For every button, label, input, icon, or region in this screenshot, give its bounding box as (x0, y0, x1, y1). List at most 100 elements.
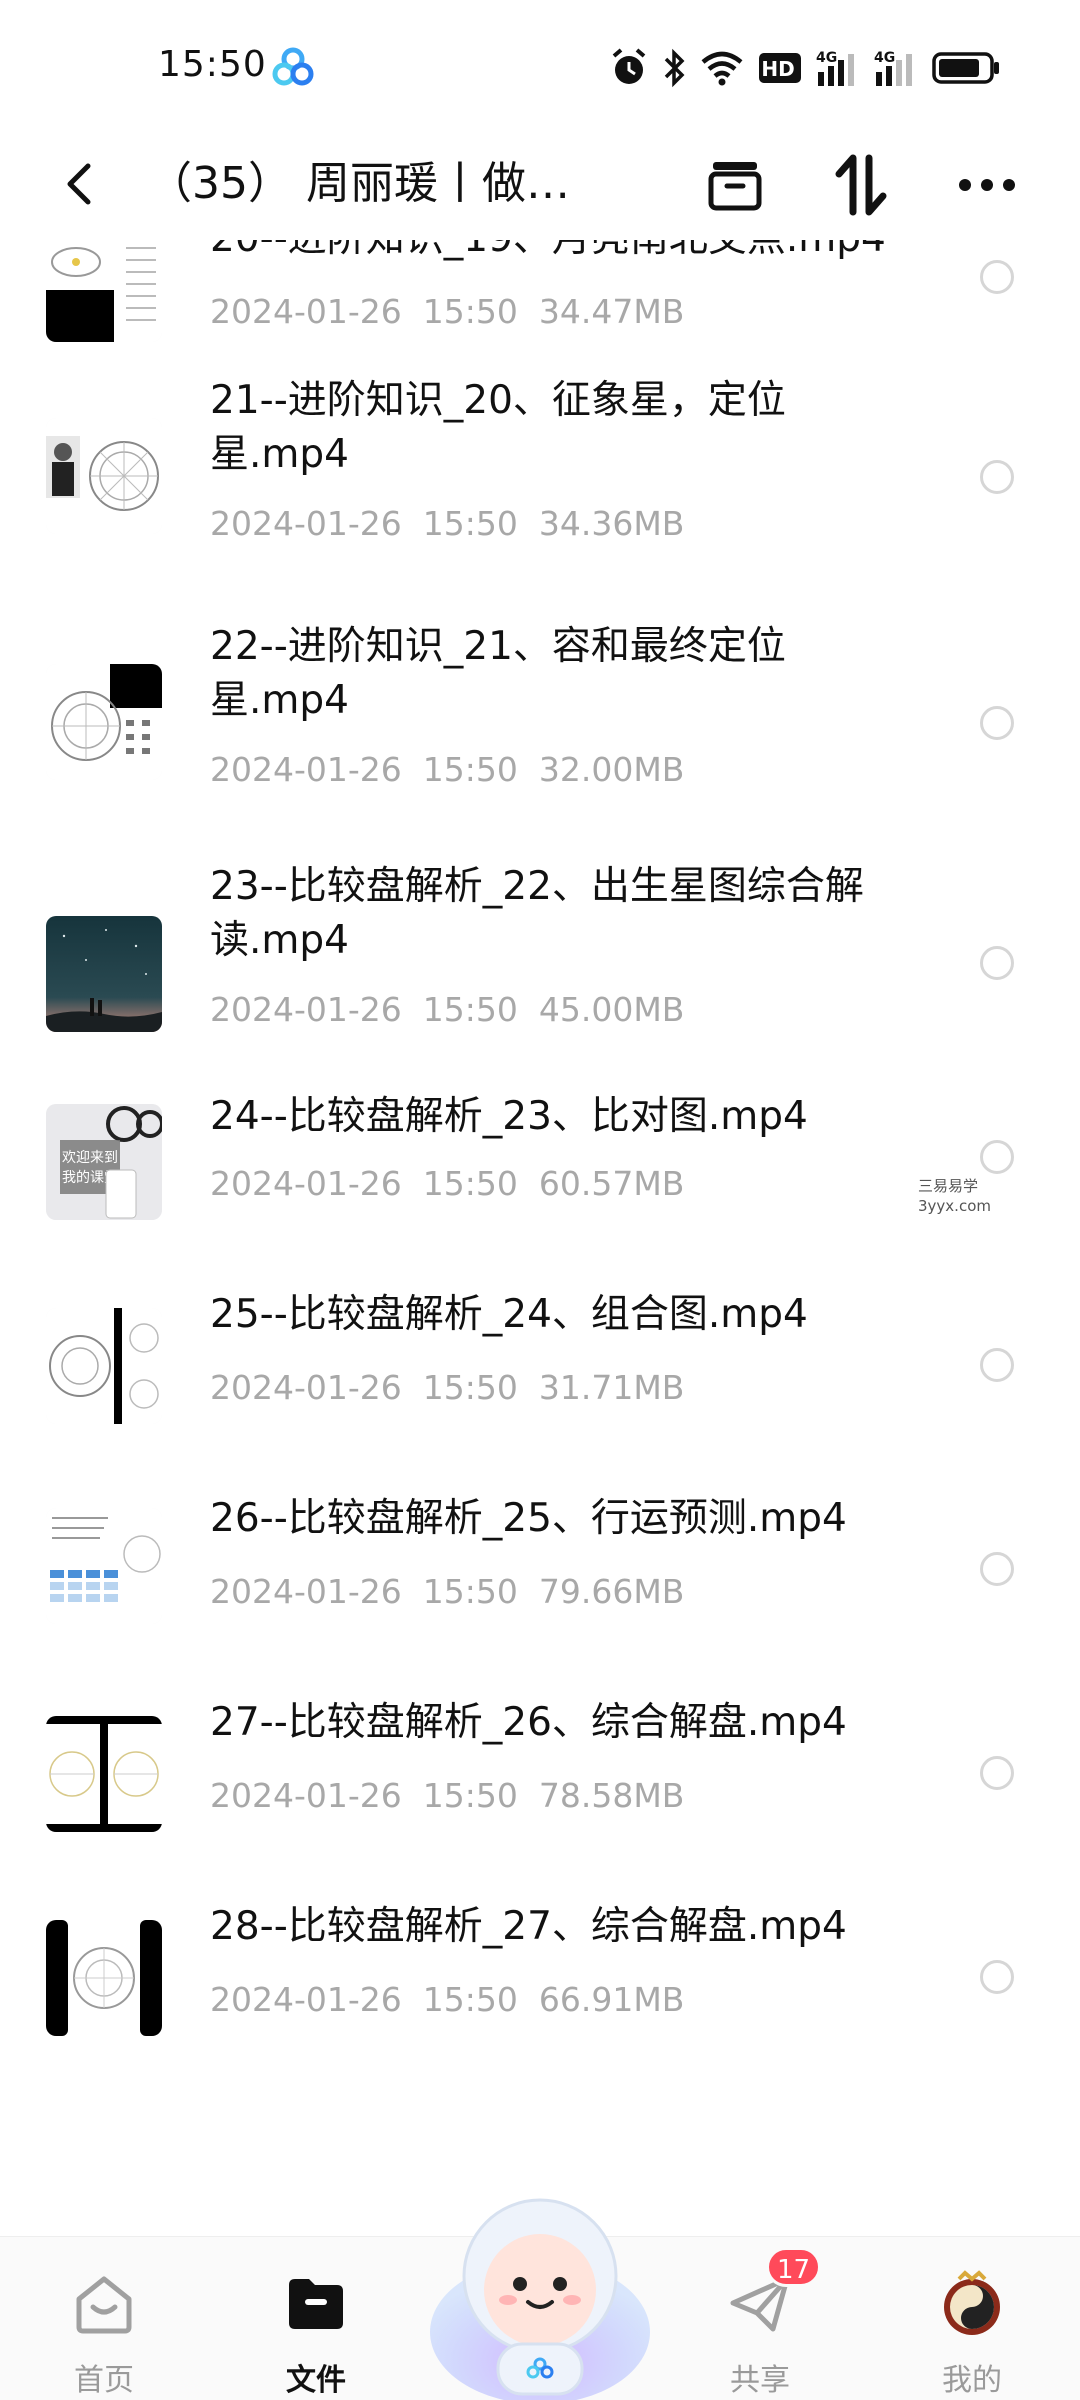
file-name: 26--比较盘解析_25、行运预测.mp4 (210, 1496, 847, 1541)
file-row[interactable]: 28--比较盘解析_27、综合解盘.mp4 2024-01-26 15:50 6… (0, 1870, 1080, 2074)
file-meta: 2024-01-26 15:50 31.71MB (210, 1368, 684, 1407)
file-name: 23--比较盘解析_22、出生星图综合解读.mp4 (210, 864, 864, 963)
file-name: 28--比较盘解析_27、综合解盘.mp4 (210, 1904, 847, 1949)
file-row[interactable]: 23--比较盘解析_22、出生星图综合解读.mp4 2024-01-26 15:… (0, 844, 1080, 1054)
file-date: 2024-01-26 (210, 292, 402, 331)
mascot-icon (430, 2198, 650, 2400)
file-time: 15:50 (422, 750, 518, 789)
file-thumbnail (46, 226, 162, 342)
select-radio[interactable] (980, 706, 1014, 740)
file-meta: 2024-01-26 15:50 32.00MB (210, 750, 684, 789)
file-date: 2024-01-26 (210, 1572, 402, 1611)
file-date: 2024-01-26 (210, 1164, 402, 1203)
file-date: 2024-01-26 (210, 990, 402, 1029)
signal-4g-icon: 4G (874, 48, 918, 88)
file-thumbnail (46, 664, 162, 780)
nav-label: 首页 (74, 2363, 134, 2398)
file-size: 45.00MB (538, 990, 685, 1029)
back-arrow-icon (67, 163, 91, 205)
net-label: 4G (874, 50, 895, 66)
wifi-icon (700, 50, 744, 86)
notification-badge: 17 (766, 2247, 822, 2287)
file-size: 31.71MB (538, 1368, 685, 1407)
file-time: 15:50 (422, 292, 518, 331)
mascot-button[interactable] (420, 2172, 660, 2400)
archive-button[interactable] (700, 150, 770, 220)
nav-share[interactable]: 17 共享 (690, 2247, 830, 2398)
thumb-caption: 欢迎来到 (62, 1150, 118, 1166)
file-name: 25--比较盘解析_24、组合图.mp4 (210, 1292, 808, 1337)
select-radio[interactable] (980, 1552, 1014, 1586)
file-time: 15:50 (422, 1776, 518, 1815)
file-date: 2024-01-26 (210, 1776, 402, 1815)
file-row[interactable]: 25--比较盘解析_24、组合图.mp4 2024-01-26 15:50 31… (0, 1258, 1080, 1462)
file-size: 78.58MB (538, 1776, 685, 1815)
more-button[interactable] (952, 150, 1022, 220)
folder-icon (289, 2279, 343, 2329)
file-size: 32.00MB (538, 750, 685, 789)
file-thumbnail (46, 418, 162, 534)
file-time: 15:50 (422, 1572, 518, 1611)
file-name: 21--进阶知识_20、征象星，定位星.mp4 (210, 378, 786, 477)
file-thumbnail (46, 1920, 162, 2036)
file-meta: 2024-01-26 15:50 79.66MB (210, 1572, 684, 1611)
file-time: 15:50 (422, 1164, 518, 1203)
select-radio[interactable] (980, 1756, 1014, 1790)
watermark-line: 三易易学 (918, 1177, 979, 1195)
select-radio[interactable] (980, 1140, 1014, 1174)
nav-label: 文件 (286, 2363, 346, 2398)
file-row[interactable]: 21--进阶知识_20、征象星，定位星.mp4 2024-01-26 15:50… (0, 354, 1080, 600)
nav-label: 我的 (942, 2363, 1002, 2398)
file-meta: 2024-01-26 15:50 60.57MB (210, 1164, 684, 1203)
file-list: 20--进阶知识_19、月亮南北交点.mp4 2024-01-26 15:50 … (0, 140, 1080, 2074)
file-size: 34.36MB (538, 504, 685, 543)
sort-button[interactable] (826, 150, 896, 220)
file-date: 2024-01-26 (210, 1368, 402, 1407)
cloud-app-icon (272, 46, 314, 88)
file-date: 2024-01-26 (210, 750, 402, 789)
status-icons: HD 4G 4G (610, 46, 1000, 90)
select-radio[interactable] (980, 1960, 1014, 1994)
alarm-icon (610, 48, 648, 88)
file-meta: 2024-01-26 15:50 34.47MB (210, 292, 684, 331)
nav-home[interactable]: 首页 (34, 2255, 174, 2398)
top-app-bar: （35） 周丽瑗丨做… (0, 130, 1080, 240)
file-row[interactable]: 27--比较盘解析_26、综合解盘.mp4 2024-01-26 15:50 7… (0, 1666, 1080, 1870)
file-row[interactable]: 欢迎来到 我的课堂 24--比较盘解析_23、比对图.mp4 2024-01-26… (0, 1054, 1080, 1258)
more-icon (959, 179, 1015, 191)
file-date: 2024-01-26 (210, 504, 402, 543)
nav-label: 共享 (730, 2363, 790, 2398)
file-time: 15:50 (422, 1368, 518, 1407)
file-size: 34.47MB (538, 292, 685, 331)
file-size: 79.66MB (538, 1572, 685, 1611)
net-label: 4G (816, 50, 837, 66)
archive-icon (708, 162, 762, 211)
file-name: 24--比较盘解析_23、比对图.mp4 (210, 1094, 808, 1139)
back-button[interactable] (48, 152, 112, 216)
file-time: 15:50 (422, 504, 518, 543)
file-name: 27--比较盘解析_26、综合解盘.mp4 (210, 1700, 847, 1745)
watermark-line: 3yyx.com (918, 1197, 991, 1215)
nav-mine[interactable]: 我的 (902, 2255, 1042, 2398)
select-radio[interactable] (980, 460, 1014, 494)
bluetooth-icon (662, 48, 686, 88)
file-meta: 2024-01-26 15:50 45.00MB (210, 990, 684, 1029)
select-radio[interactable] (980, 1348, 1014, 1382)
file-date: 2024-01-26 (210, 1980, 402, 2019)
file-list-screen: 15:50 HD 4G 4G （35） 周丽瑗丨做… 2024-01-26 15… (0, 0, 1080, 2400)
file-thumbnail (46, 1716, 162, 1832)
file-thumbnail (46, 916, 162, 1032)
file-thumbnail (46, 1508, 162, 1624)
sort-icon (835, 154, 887, 216)
file-thumbnail (46, 1308, 162, 1424)
select-radio[interactable] (980, 260, 1014, 294)
status-time: 15:50 (158, 44, 267, 85)
select-radio[interactable] (980, 946, 1014, 980)
watermark: 三易易学 3yyx.com (918, 1176, 1008, 1216)
file-time: 15:50 (422, 990, 518, 1029)
file-size: 60.57MB (538, 1164, 685, 1203)
nav-files[interactable]: 文件 (246, 2255, 386, 2398)
file-row[interactable]: 26--比较盘解析_25、行运预测.mp4 2024-01-26 15:50 7… (0, 1462, 1080, 1666)
file-row[interactable]: 22--进阶知识_21、容和最终定位星.mp4 2024-01-26 15:50… (0, 600, 1080, 844)
hd-icon: HD (758, 51, 802, 85)
